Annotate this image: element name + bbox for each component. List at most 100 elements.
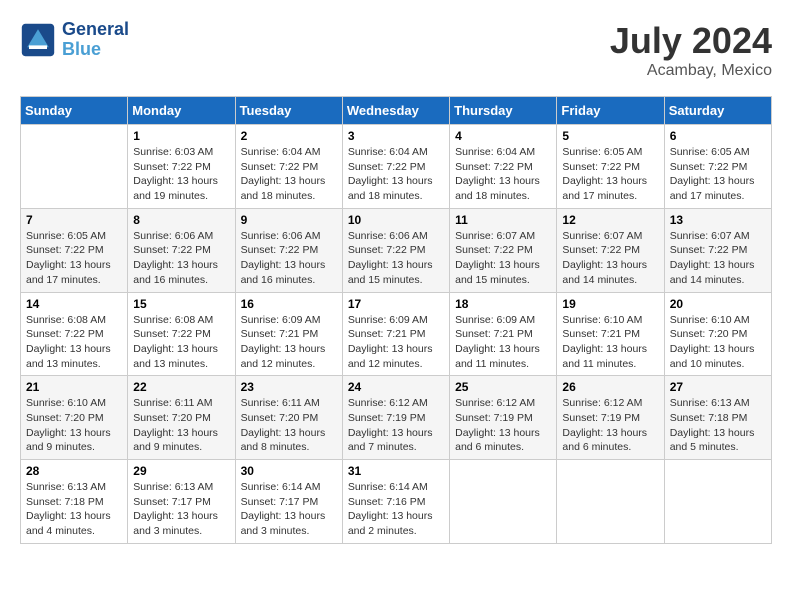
calendar-cell: 3 Sunrise: 6:04 AMSunset: 7:22 PMDaylight… (342, 125, 449, 209)
calendar-cell: 6 Sunrise: 6:05 AMSunset: 7:22 PMDaylight… (664, 125, 771, 209)
day-number: 11 (455, 213, 551, 227)
day-info: Sunrise: 6:14 AMSunset: 7:17 PMDaylight:… (241, 480, 337, 539)
calendar-week-row: 28Sunrise: 6:13 AMSunset: 7:18 PMDayligh… (21, 460, 772, 544)
logo-icon (20, 22, 56, 58)
calendar-cell: 12 Sunrise: 6:07 AMSunset: 7:22 PMDayligh… (557, 208, 664, 292)
day-info: Sunrise: 6:08 AMSunset: 7:22 PMDaylight:… (26, 313, 122, 372)
calendar-cell: 10 Sunrise: 6:06 AMSunset: 7:22 PMDayligh… (342, 208, 449, 292)
day-info: Sunrise: 6:09 AMSunset: 7:21 PMDaylight:… (455, 313, 551, 372)
calendar-cell: 20 Sunrise: 6:10 AMSunset: 7:20 PMDayligh… (664, 292, 771, 376)
day-number: 13 (670, 213, 766, 227)
day-info: Sunrise: 6:07 AMSunset: 7:22 PMDaylight:… (455, 229, 551, 288)
day-number: 26 (562, 380, 658, 394)
calendar-cell: 27 Sunrise: 6:13 AMSunset: 7:18 PMDayligh… (664, 376, 771, 460)
day-number: 4 (455, 129, 551, 143)
day-info: Sunrise: 6:09 AMSunset: 7:21 PMDaylight:… (241, 313, 337, 372)
calendar-week-row: 21Sunrise: 6:10 AMSunset: 7:20 PMDayligh… (21, 376, 772, 460)
day-info: Sunrise: 6:05 AMSunset: 7:22 PMDaylight:… (562, 145, 658, 204)
logo-text: General Blue (62, 20, 129, 60)
day-number: 10 (348, 213, 444, 227)
page-header: General Blue July 2024 Acambay, Mexico (20, 20, 772, 80)
calendar-cell: 18 Sunrise: 6:09 AMSunset: 7:21 PMDayligh… (450, 292, 557, 376)
day-number: 7 (26, 213, 122, 227)
calendar-week-row: 1Sunrise: 6:03 AMSunset: 7:22 PMDaylight… (21, 125, 772, 209)
calendar-cell (664, 460, 771, 544)
day-of-week-header: Sunday (21, 97, 128, 125)
day-info: Sunrise: 6:06 AMSunset: 7:22 PMDaylight:… (348, 229, 444, 288)
logo: General Blue (20, 20, 129, 60)
calendar-cell: 22Sunrise: 6:11 AMSunset: 7:20 PMDayligh… (128, 376, 235, 460)
calendar-cell: 23 Sunrise: 6:11 AMSunset: 7:20 PMDayligh… (235, 376, 342, 460)
day-info: Sunrise: 6:11 AMSunset: 7:20 PMDaylight:… (241, 396, 337, 455)
day-info: Sunrise: 6:04 AMSunset: 7:22 PMDaylight:… (241, 145, 337, 204)
calendar-cell: 13 Sunrise: 6:07 AMSunset: 7:22 PMDayligh… (664, 208, 771, 292)
day-number: 30 (241, 464, 337, 478)
day-info: Sunrise: 6:13 AMSunset: 7:17 PMDaylight:… (133, 480, 229, 539)
month-year-title: July 2024 (610, 20, 772, 62)
day-number: 5 (562, 129, 658, 143)
day-info: Sunrise: 6:13 AMSunset: 7:18 PMDaylight:… (670, 396, 766, 455)
day-number: 9 (241, 213, 337, 227)
calendar-cell: 8Sunrise: 6:06 AMSunset: 7:22 PMDaylight… (128, 208, 235, 292)
calendar-cell: 24 Sunrise: 6:12 AMSunset: 7:19 PMDayligh… (342, 376, 449, 460)
day-info: Sunrise: 6:10 AMSunset: 7:21 PMDaylight:… (562, 313, 658, 372)
day-number: 2 (241, 129, 337, 143)
day-number: 12 (562, 213, 658, 227)
day-info: Sunrise: 6:10 AMSunset: 7:20 PMDaylight:… (670, 313, 766, 372)
calendar-cell: 17Sunrise: 6:09 AMSunset: 7:21 PMDayligh… (342, 292, 449, 376)
calendar-week-row: 7Sunrise: 6:05 AMSunset: 7:22 PMDaylight… (21, 208, 772, 292)
day-number: 22 (133, 380, 229, 394)
calendar-cell: 11 Sunrise: 6:07 AMSunset: 7:22 PMDayligh… (450, 208, 557, 292)
calendar-cell: 30 Sunrise: 6:14 AMSunset: 7:17 PMDayligh… (235, 460, 342, 544)
day-info: Sunrise: 6:04 AMSunset: 7:22 PMDaylight:… (348, 145, 444, 204)
calendar-cell: 28Sunrise: 6:13 AMSunset: 7:18 PMDayligh… (21, 460, 128, 544)
day-info: Sunrise: 6:12 AMSunset: 7:19 PMDaylight:… (562, 396, 658, 455)
day-info: Sunrise: 6:07 AMSunset: 7:22 PMDaylight:… (562, 229, 658, 288)
day-of-week-header: Monday (128, 97, 235, 125)
day-info: Sunrise: 6:07 AMSunset: 7:22 PMDaylight:… (670, 229, 766, 288)
calendar-cell: 21Sunrise: 6:10 AMSunset: 7:20 PMDayligh… (21, 376, 128, 460)
day-info: Sunrise: 6:09 AMSunset: 7:21 PMDaylight:… (348, 313, 444, 372)
day-number: 15 (133, 297, 229, 311)
calendar-cell: 1Sunrise: 6:03 AMSunset: 7:22 PMDaylight… (128, 125, 235, 209)
day-number: 24 (348, 380, 444, 394)
calendar-cell: 9 Sunrise: 6:06 AMSunset: 7:22 PMDaylight… (235, 208, 342, 292)
day-number: 27 (670, 380, 766, 394)
day-number: 6 (670, 129, 766, 143)
day-number: 16 (241, 297, 337, 311)
day-info: Sunrise: 6:10 AMSunset: 7:20 PMDaylight:… (26, 396, 122, 455)
calendar-cell: 16 Sunrise: 6:09 AMSunset: 7:21 PMDayligh… (235, 292, 342, 376)
day-info: Sunrise: 6:13 AMSunset: 7:18 PMDaylight:… (26, 480, 122, 539)
day-number: 20 (670, 297, 766, 311)
day-number: 14 (26, 297, 122, 311)
calendar-cell (557, 460, 664, 544)
calendar-cell: 4Sunrise: 6:04 AMSunset: 7:22 PMDaylight… (450, 125, 557, 209)
day-info: Sunrise: 6:12 AMSunset: 7:19 PMDaylight:… (455, 396, 551, 455)
calendar-cell: 25 Sunrise: 6:12 AMSunset: 7:19 PMDayligh… (450, 376, 557, 460)
day-number: 3 (348, 129, 444, 143)
day-info: Sunrise: 6:12 AMSunset: 7:19 PMDaylight:… (348, 396, 444, 455)
calendar-cell (21, 125, 128, 209)
day-number: 18 (455, 297, 551, 311)
day-number: 1 (133, 129, 229, 143)
calendar-cell: 14 Sunrise: 6:08 AMSunset: 7:22 PMDayligh… (21, 292, 128, 376)
calendar-cell: 7Sunrise: 6:05 AMSunset: 7:22 PMDaylight… (21, 208, 128, 292)
day-number: 23 (241, 380, 337, 394)
calendar-cell (450, 460, 557, 544)
day-info: Sunrise: 6:06 AMSunset: 7:22 PMDaylight:… (241, 229, 337, 288)
day-number: 8 (133, 213, 229, 227)
calendar-cell: 15Sunrise: 6:08 AMSunset: 7:22 PMDayligh… (128, 292, 235, 376)
calendar-header-row: SundayMondayTuesdayWednesdayThursdayFrid… (21, 97, 772, 125)
calendar-cell: 29 Sunrise: 6:13 AMSunset: 7:17 PMDayligh… (128, 460, 235, 544)
calendar-table: SundayMondayTuesdayWednesdayThursdayFrid… (20, 96, 772, 544)
location-subtitle: Acambay, Mexico (610, 62, 772, 80)
day-of-week-header: Saturday (664, 97, 771, 125)
day-of-week-header: Friday (557, 97, 664, 125)
day-number: 25 (455, 380, 551, 394)
day-number: 29 (133, 464, 229, 478)
calendar-cell: 19 Sunrise: 6:10 AMSunset: 7:21 PMDayligh… (557, 292, 664, 376)
day-number: 19 (562, 297, 658, 311)
day-of-week-header: Tuesday (235, 97, 342, 125)
calendar-cell: 5 Sunrise: 6:05 AMSunset: 7:22 PMDaylight… (557, 125, 664, 209)
day-info: Sunrise: 6:05 AMSunset: 7:22 PMDaylight:… (670, 145, 766, 204)
